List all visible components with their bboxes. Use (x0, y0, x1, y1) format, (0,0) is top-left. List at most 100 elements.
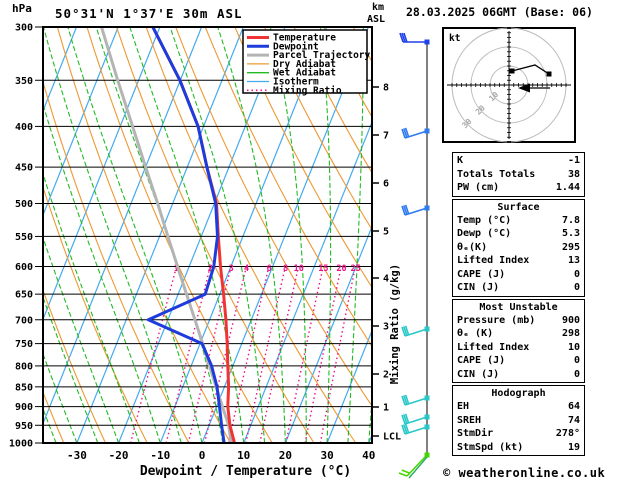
indices-row: EH 64 (453, 400, 584, 414)
barb-shaft-secondary (408, 456, 428, 479)
indices-row-label: K (457, 155, 464, 166)
barb-shaft (406, 454, 428, 477)
indices-box: Surface Temp (°C) 7.8 Dewp (°C) 5.3 θₑ(K) 295 L… (452, 198, 585, 297)
pressure-tick-label: 850 (15, 382, 33, 393)
indices-row-label: CIN (J) (457, 282, 500, 293)
km-tick-label: 7 (383, 131, 389, 142)
indices-row-label: StmSpd (kt) (457, 441, 524, 453)
indices-row-label: Totals Totals (457, 168, 536, 180)
skewt-plot: 1 2 3 4 6 8 10 15 20 2530035040045050055060065070… (9, 23, 430, 479)
lcl-label: LCL (383, 432, 401, 443)
indices-row: PW (cm) 1.44 (453, 181, 584, 195)
isotherm-line (43, 27, 203, 426)
pressure-tick-label: 350 (15, 76, 33, 87)
mixing-ratio-value: 8 (283, 264, 288, 274)
legend-label: Mixing Ratio (273, 85, 342, 96)
indices-row: CIN (J) 0 (453, 281, 584, 295)
indices-row-label: θₑ(K) (457, 241, 488, 253)
pressure-tick-label: 600 (15, 262, 33, 273)
indices-row-value: 74 (567, 414, 580, 426)
indices-row-value: 0 (573, 282, 580, 293)
pressure-tick-label: 700 (15, 315, 33, 326)
barb-feather (401, 469, 411, 474)
indices-row-label: Lifted Index (457, 255, 530, 266)
indices-box-header: Hodograph (491, 388, 546, 399)
indices-row-value: 298 (561, 328, 580, 339)
indices-row-value: 38 (567, 168, 580, 180)
indices-row-value: 5.3 (561, 228, 580, 239)
indices-row-label: PW (cm) (457, 182, 500, 193)
x-axis-title: Dewpoint / Temperature (°C) (140, 464, 351, 479)
temp-tick-label: -20 (109, 449, 129, 462)
wind-barb (401, 127, 430, 139)
indices-row-value: -1 (567, 155, 580, 166)
mixing-ratio-value: 3 (229, 264, 234, 274)
mixing-ratio-value: 10 (294, 264, 304, 274)
hodograph: 102030kt (442, 27, 576, 143)
pressure-tick-label: 1000 (9, 439, 33, 450)
indices-row: θₑ (K) 298 (453, 327, 584, 341)
indices-row: StmDir 278° (453, 427, 584, 441)
hodograph-marker (509, 68, 515, 74)
indices-box-header: Most Unstable (479, 301, 558, 313)
indices-row-value: 900 (561, 314, 580, 326)
pressure-tick-label: 400 (15, 122, 33, 133)
wind-barb (401, 423, 430, 435)
indices-row-value: 1.44 (555, 182, 580, 193)
wind-barb (399, 32, 430, 45)
indices-row-label: EH (457, 401, 470, 412)
km-tick-label: 6 (383, 179, 389, 190)
indices-row-value: 10 (567, 341, 580, 353)
mixing-ratio-value: 6 (267, 264, 272, 274)
indices-panel: K -1 Totals Totals 38 PW (cm) 1.44 Surface Temp… (452, 152, 585, 458)
indices-row-value: 278° (555, 428, 580, 439)
indices-row-label: Temp (°C) (457, 214, 512, 226)
indices-box: Hodograph EH 64 SREH 74 StmDir 278° StmSpd (kt)… (452, 385, 585, 456)
indices-row: SREH 74 (453, 414, 584, 428)
indices-row-label: Lifted Index (457, 341, 530, 353)
hodograph-marker (546, 71, 552, 77)
indices-row: Lifted Index 13 (453, 254, 584, 268)
wind-barb (401, 204, 430, 216)
indices-row-value: 0 (573, 355, 580, 366)
skewt-screenshot: hPa 50°31'N 1°37'E 30m ASL km ASL 28.03.… (0, 0, 629, 486)
temp-tick-label: -30 (67, 449, 87, 462)
temp-tick-label: 10 (237, 449, 250, 462)
mixing-ratio-line (304, 266, 342, 443)
isotherm-line (43, 27, 78, 113)
copyright-footer: © weatheronline.co.uk (443, 466, 606, 480)
indices-row-value: 295 (561, 241, 580, 253)
pressure-tick-label: 450 (15, 163, 33, 174)
mixing-ratio-value: 25 (351, 264, 361, 274)
indices-row-label: Dewp (°C) (457, 228, 512, 239)
mixing-ratio-axis-label: Mixing Ratio (g/kg) (389, 263, 401, 385)
wind-barb (401, 325, 430, 337)
indices-row-value: 13 (567, 255, 580, 266)
indices-row: Temp (°C) 7.8 (453, 214, 584, 228)
indices-row: Lifted Index 10 (453, 341, 584, 355)
mixing-ratio-value: 15 (318, 264, 328, 274)
indices-row: Dewp (°C) 5.3 (453, 227, 584, 241)
pressure-tick-label: 650 (15, 290, 33, 301)
indices-row: CIN (J) 0 (453, 368, 584, 382)
indices-row-label: CIN (J) (457, 368, 500, 380)
indices-row-value: 64 (567, 401, 580, 412)
indices-row: CAPE (J) 0 (453, 354, 584, 368)
indices-box: K -1 Totals Totals 38 PW (cm) 1.44 (452, 152, 585, 197)
indices-row: CAPE (J) 0 (453, 268, 584, 282)
wet-adiabat-line (43, 352, 78, 443)
pressure-tick-label: 950 (15, 421, 33, 432)
km-tick-label: 5 (383, 227, 389, 238)
pressure-tick-label: 800 (15, 361, 33, 372)
wind-barb (401, 413, 430, 425)
mixing-ratio-value: 4 (244, 264, 249, 274)
indices-row-value: 0 (573, 268, 580, 280)
indices-row-value: 0 (573, 368, 580, 380)
barb-feather (398, 472, 408, 477)
mixing-ratio-line (165, 266, 211, 443)
indices-row-label: CAPE (J) (457, 268, 506, 280)
indices-box-header: Surface (497, 201, 540, 213)
mixing-ratio-line (285, 266, 324, 443)
indices-box: Most Unstable Pressure (mb) 900 θₑ (K) 298 Li… (452, 298, 585, 383)
wind-barb-column (398, 32, 430, 479)
